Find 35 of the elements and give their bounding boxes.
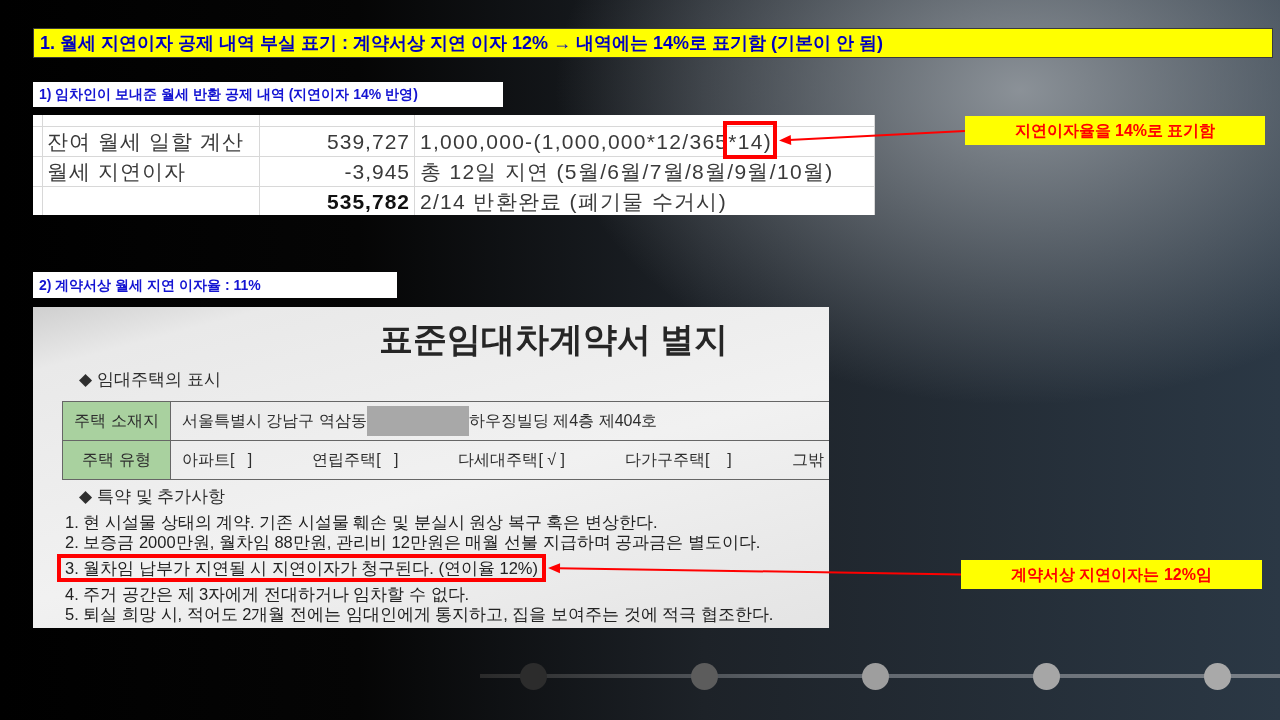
timeline-dot xyxy=(520,662,547,690)
option-text: 연립주택[ ] xyxy=(312,449,399,470)
table-cell-text: 2/14 반환완료 (폐기물 수거시) xyxy=(419,189,729,215)
table-cell-text: 잔여 월세 일할 계산 xyxy=(46,129,245,155)
clause-text: 4. 주거 공간은 제 3자에게 전대하거나 임차할 수 없다. xyxy=(65,584,470,604)
clause-text: 2. 보증금 2000만원, 월차임 88만원, 관리비 12만원은 매월 선불 지급하며 공과금은 별도이다. xyxy=(65,532,761,552)
table-cell-text: -3,945 xyxy=(343,159,411,185)
table-cell-text: 539,727 xyxy=(326,129,411,155)
clause-text: 3. 월차임 납부가 지연될 시 지연이자가 청구된다. (연이율 12%) xyxy=(65,558,539,578)
section-heading: 1) 임차인이 보내준 월세 반환 공제 내역 (지연이자 14% 반영) xyxy=(33,82,503,107)
table-cell-text: 1,000,000-(1,000,000*12/365*14) xyxy=(419,129,774,155)
slide-title: 1. 월세 지연이자 공제 내역 부실 표기 : 계약서상 지연 이자 12% → 내역에는 14%로 표기함 (기본이 안 됨) xyxy=(33,28,1273,58)
timeline-dot xyxy=(1204,662,1231,690)
section-heading: 2) 계약서상 월세 지연 이자율 : 11% xyxy=(33,272,397,298)
table-header-cell: 주택 유형 xyxy=(62,441,171,479)
option-text: 그밖 xyxy=(791,449,824,470)
document-title: 표준임대차계약서 별지 xyxy=(379,319,729,359)
option-text: 다세대주택[ √ ] xyxy=(458,449,566,470)
address-text: 하우징빌딩 제4층 제404호 xyxy=(468,410,658,431)
table-cell-text: 총 12일 지연 (5월/6월/7월/8월/9월/10월) xyxy=(419,159,835,185)
clause-text: 1. 현 시설물 상태의 계약. 기존 시설물 훼손 및 분실시 원상 복구 혹은 변상한다. xyxy=(65,512,658,532)
section-heading: ◆ 특약 및 추가사항 xyxy=(79,486,226,508)
table-cell-text: 월세 지연이자 xyxy=(46,159,187,185)
section-heading: ◆ 임대주택의 표시 xyxy=(79,369,221,391)
table-cell-text: 535,782 xyxy=(326,189,411,215)
timeline-dot xyxy=(691,662,718,690)
callout-label: 지연이자율을 14%로 표기함 xyxy=(965,116,1265,145)
option-text: 다가구주택[ ] xyxy=(625,449,732,470)
callout-label: 계약서상 지연이자는 12%임 xyxy=(961,560,1262,589)
address-text: 서울특별시 강남구 역삼동 xyxy=(182,410,367,431)
option-text: 아파트[ ] xyxy=(182,449,253,470)
table-header-cell: 주택 소재지 xyxy=(62,402,171,440)
timeline-dot xyxy=(1033,662,1060,690)
clause-text: 5. 퇴실 희망 시, 적어도 2개월 전에는 임대인에게 통지하고, 집을 보여주는 것에 적극 협조한다. xyxy=(65,604,774,624)
timeline-dot xyxy=(862,662,889,690)
